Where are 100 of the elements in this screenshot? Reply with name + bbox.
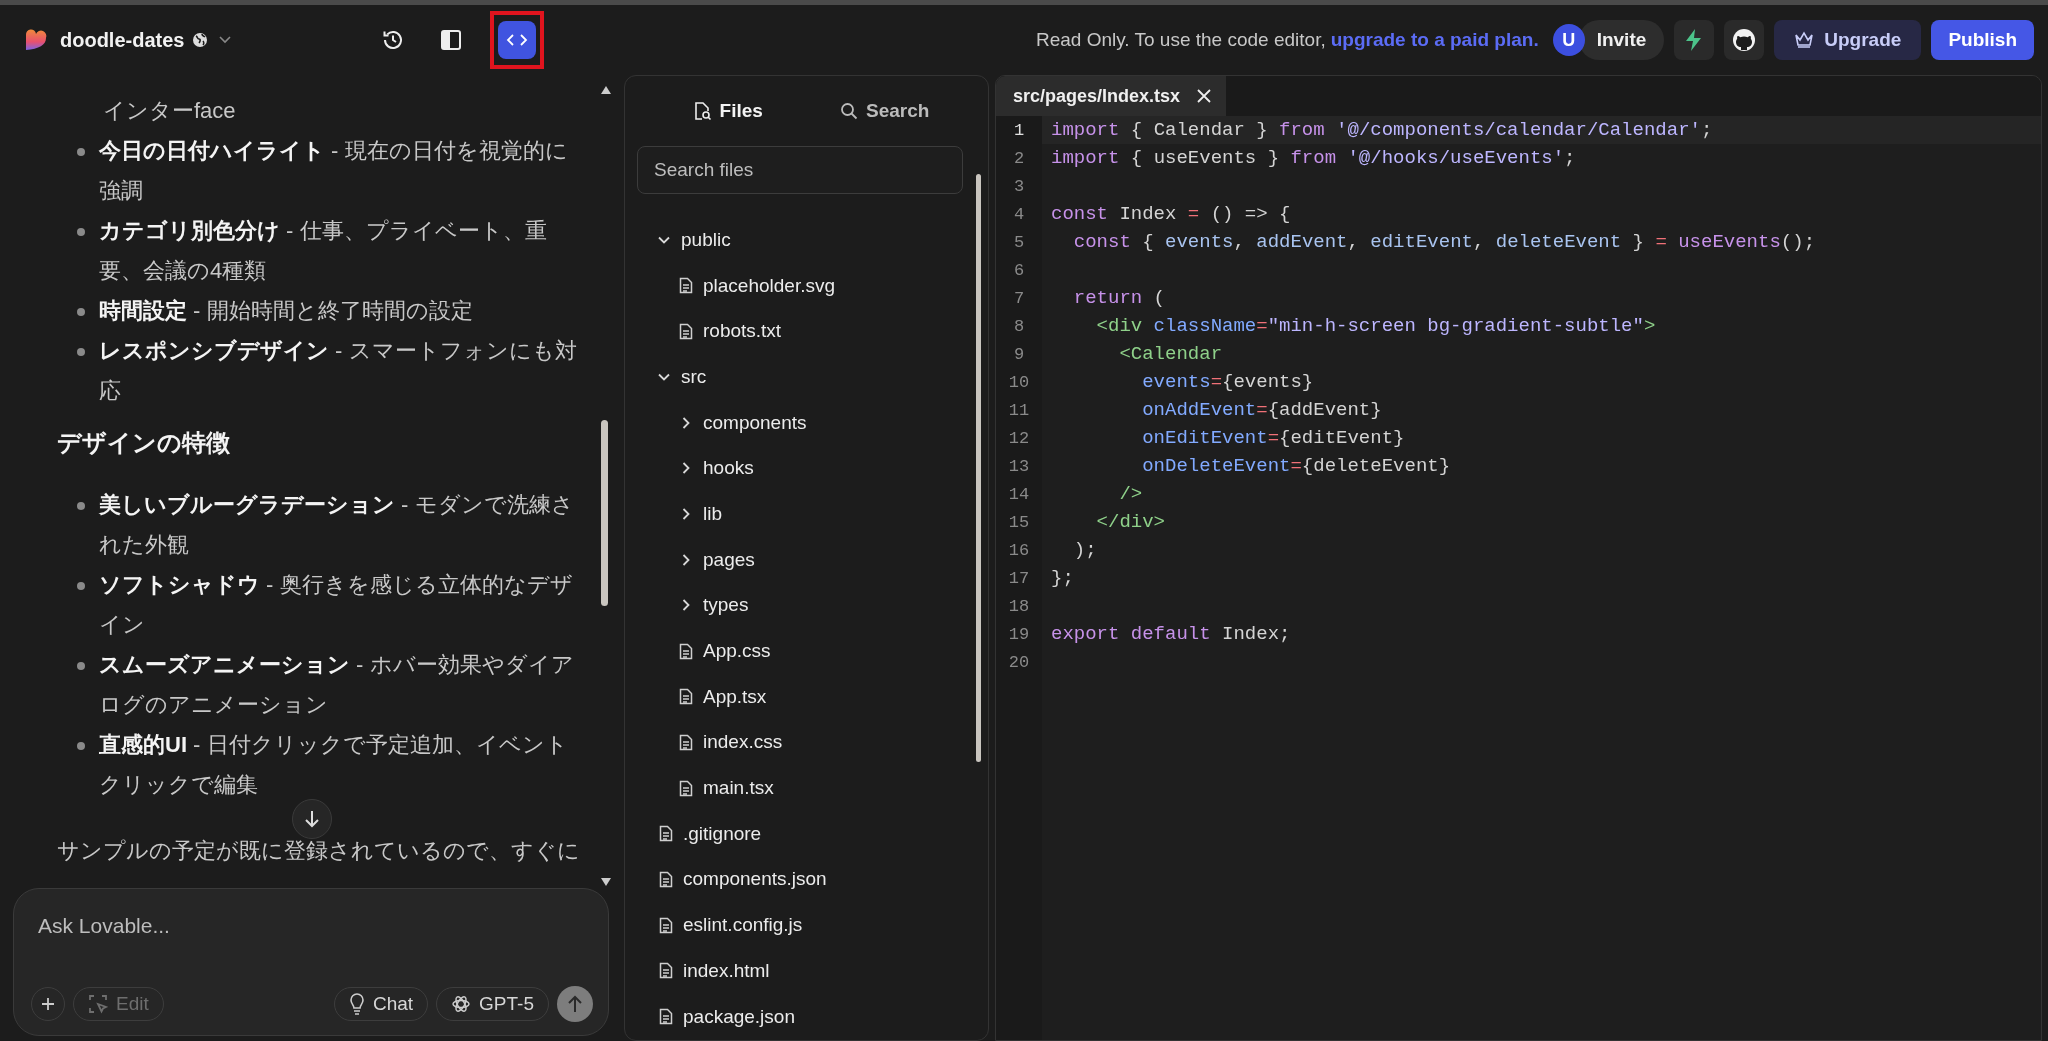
- close-icon[interactable]: [1196, 88, 1213, 104]
- folder-name[interactable]: pages: [703, 548, 755, 571]
- code-line: import { Calendar } from '@/components/calendar/Calendar';: [1050, 119, 1713, 141]
- cat-logo-icon: [1732, 28, 1757, 52]
- select-cursor-icon: [88, 994, 108, 1014]
- file-name[interactable]: index.html: [683, 959, 770, 982]
- file-icon: [659, 1008, 673, 1026]
- bullet-dot: [77, 742, 85, 750]
- file-icon: [679, 688, 693, 706]
- list-item-text: 直感的UI - 日付クリックで予定追加、イベントクリックで編集: [99, 731, 569, 799]
- lightbulb-icon: [348, 993, 365, 1015]
- file-name[interactable]: index.css: [703, 731, 783, 754]
- list-item-text: スムーズアニメーション - ホバー効果やダイアログのアニメーション: [99, 651, 575, 719]
- code-line: <Calendar: [1118, 343, 1223, 365]
- code-line: import { useEvents } from '@/hooks/useEvents';: [1050, 147, 1576, 169]
- file-icon: [679, 779, 693, 797]
- read-only-notice: Read Only. To use the code editor, upgrade to a paid plan.: [1035, 29, 1539, 51]
- list-item-text: 美しいブルーグラデーション - モダンで洗練された外観: [99, 491, 575, 559]
- up-arrow-icon: [566, 994, 584, 1014]
- folder-name[interactable]: public: [681, 228, 731, 251]
- search-files-field[interactable]: Search files: [637, 146, 963, 194]
- publish-button[interactable]: Publish: [1931, 20, 2034, 60]
- folder-name[interactable]: types: [703, 594, 749, 617]
- code-line: );: [1072, 539, 1097, 561]
- code-line: />: [1118, 483, 1143, 505]
- scrollbar-thumb[interactable]: [601, 420, 608, 606]
- code-line: const Index = () => {: [1050, 203, 1291, 225]
- list-item-text: カテゴリ別色分け - 仕事、プライベート、重要、会議の4種類: [99, 217, 548, 285]
- bullet-dot: [77, 662, 85, 670]
- scroll-to-bottom-button[interactable]: [292, 799, 332, 839]
- scrollbar-thumb[interactable]: [976, 174, 981, 762]
- editor-tab[interactable]: src/pages/Index.tsx: [996, 76, 1227, 116]
- code-view-button[interactable]: [498, 21, 536, 59]
- file-icon: [659, 962, 673, 980]
- file-icon: [659, 870, 673, 888]
- code-line: <div className="min-h-screen bg-gradient-subtle">: [1095, 315, 1656, 337]
- panel-tab[interactable]: Files: [687, 96, 769, 126]
- bullet-dot: [77, 148, 85, 156]
- crown-icon: [1794, 31, 1815, 49]
- file-icon: [679, 642, 693, 660]
- history-icon: [381, 28, 405, 52]
- file-name[interactable]: main.tsx: [703, 777, 774, 800]
- code-line: onAddEvent={addEvent}: [1141, 399, 1382, 421]
- line-number: 1: [996, 116, 1042, 144]
- bullet-dot: [77, 582, 85, 590]
- file-icon: [679, 277, 693, 295]
- user-avatar[interactable]: U: [1552, 24, 1585, 56]
- globe-icon: [192, 32, 209, 48]
- list-item-text: 時間設定 - 開始時間と終了時間の設定: [99, 297, 473, 325]
- down-arrow-icon: [303, 809, 321, 829]
- plus-icon: [40, 996, 56, 1012]
- file-name[interactable]: App.tsx: [703, 685, 767, 708]
- search-icon: [840, 102, 859, 120]
- code-line: };: [1050, 567, 1074, 589]
- folder-name[interactable]: components: [703, 411, 807, 434]
- bolt-button[interactable]: [1674, 20, 1715, 60]
- section-heading: デザインの特徴: [57, 428, 231, 458]
- folder-name[interactable]: src: [681, 365, 707, 388]
- file-name[interactable]: eslint.config.js: [683, 914, 803, 937]
- heart-logo-icon[interactable]: [24, 29, 48, 51]
- code-line: onEditEvent={editEvent}: [1141, 427, 1405, 449]
- folder-name[interactable]: lib: [703, 502, 722, 525]
- bullet-dot: [77, 348, 85, 356]
- file-icon: [659, 916, 673, 934]
- file-name[interactable]: App.css: [703, 640, 771, 663]
- scroll-up-icon[interactable]: [600, 85, 612, 95]
- bullet-dot: [77, 308, 85, 316]
- file-icon: [679, 322, 693, 340]
- chat-input[interactable]: Ask Lovable...: [36, 905, 580, 947]
- code-line: export default Index;: [1050, 623, 1291, 645]
- chevron-down-icon[interactable]: [218, 35, 233, 45]
- file-name[interactable]: robots.txt: [703, 320, 782, 343]
- code-line: return (: [1072, 287, 1166, 309]
- file-name[interactable]: placeholder.svg: [703, 274, 836, 297]
- file-name[interactable]: .gitignore: [683, 822, 762, 845]
- list-item-text: レスポンシブデザイン - スマートフォンにも対応: [99, 337, 578, 405]
- scroll-down-icon[interactable]: [600, 877, 612, 887]
- file-icon: [679, 733, 693, 751]
- list-item-text: ソフトシャドウ - 奥行きを感じる立体的なデザイン: [99, 571, 574, 639]
- knot-icon: [451, 994, 472, 1014]
- code-line: </div>: [1095, 511, 1166, 533]
- code-line: const { events, addEvent, editEvent, deleteEvent } = useEvents();: [1072, 231, 1816, 253]
- github-button[interactable]: [1724, 20, 1765, 60]
- bullet-dot: [77, 502, 85, 510]
- file-search-icon: [693, 101, 712, 121]
- list-item-text: 今日の日付ハイライト - 現在の日付を視覚的に強調: [99, 137, 569, 205]
- panel-tab[interactable]: Search: [834, 96, 936, 126]
- code-icon: [506, 33, 528, 47]
- folder-name[interactable]: hooks: [703, 457, 754, 480]
- file-name[interactable]: components.json: [683, 868, 827, 891]
- code-line: onDeleteEvent={deleteEvent}: [1141, 455, 1451, 477]
- code-line: events={events}: [1141, 371, 1314, 393]
- tab-title: src/pages/Index.tsx: [1013, 85, 1181, 107]
- file-name[interactable]: package.json: [683, 1005, 795, 1028]
- upgrade-button[interactable]: Upgrade: [1774, 20, 1922, 60]
- chat-paragraph: サンプルの予定が既に登録されているので、すぐに: [57, 837, 578, 865]
- list-item-text: インターface: [102, 97, 236, 125]
- project-name[interactable]: doodle-dates: [60, 28, 185, 52]
- file-icon: [659, 825, 673, 843]
- upgrade-link[interactable]: upgrade to a paid plan.: [1330, 29, 1539, 50]
